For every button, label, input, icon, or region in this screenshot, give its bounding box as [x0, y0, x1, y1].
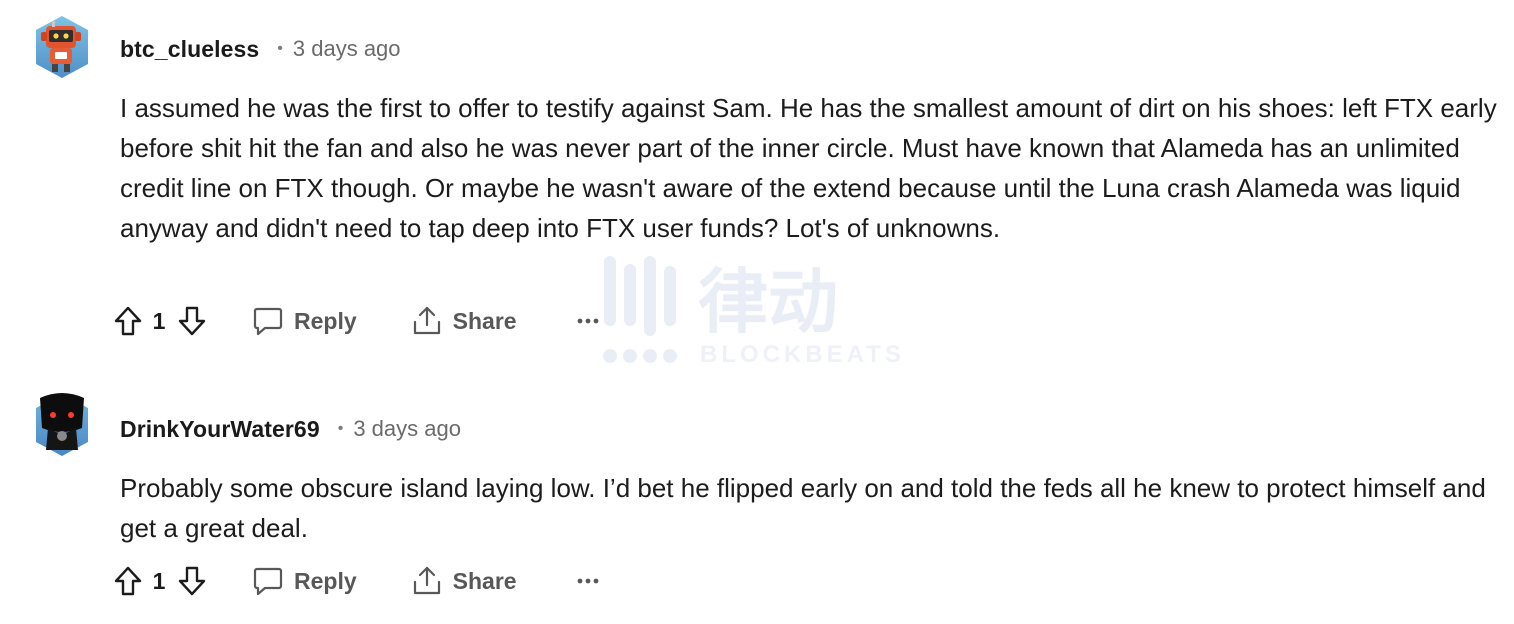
robot-avatar-icon	[36, 16, 88, 78]
speech-bubble-icon	[253, 567, 283, 596]
meta-separator: •	[277, 40, 283, 57]
downvote-icon[interactable]	[174, 563, 210, 599]
comment-meta: DrinkYourWater69 • 3 days ago	[120, 414, 461, 444]
upvote-icon[interactable]	[110, 303, 146, 339]
share-icon	[413, 306, 440, 335]
comment-actions: 1 Reply Share	[110, 301, 603, 341]
timestamp[interactable]: 3 days ago	[293, 36, 401, 62]
share-label: Share	[452, 567, 517, 594]
upvote-icon[interactable]	[110, 563, 146, 599]
timestamp[interactable]: 3 days ago	[353, 416, 461, 442]
vote-count: 1	[152, 307, 166, 334]
comment: btc_clueless • 3 days ago I assumed he w…	[0, 0, 1514, 380]
username[interactable]: btc_clueless	[120, 36, 259, 63]
comment: DrinkYourWater69 • 3 days ago Probably s…	[0, 380, 1514, 624]
share-label: Share	[452, 307, 517, 334]
reply-button[interactable]: Reply	[252, 305, 357, 337]
hooded-figure-avatar-icon	[36, 393, 88, 456]
more-options-icon[interactable]	[573, 566, 603, 596]
username[interactable]: DrinkYourWater69	[120, 416, 320, 443]
share-button[interactable]: Share	[411, 305, 517, 337]
meta-separator: •	[337, 420, 344, 437]
reply-button[interactable]: Reply	[252, 565, 357, 597]
avatar[interactable]	[32, 392, 92, 458]
avatar[interactable]	[32, 14, 92, 80]
reply-label: Reply	[294, 567, 357, 594]
speech-bubble-icon	[253, 307, 283, 336]
more-options-icon[interactable]	[573, 306, 603, 336]
share-icon	[413, 566, 440, 595]
comment-body: I assumed he was the first to offer to t…	[120, 93, 1497, 243]
comment-meta: btc_clueless • 3 days ago	[120, 34, 401, 64]
comment-body: Probably some obscure island laying low.…	[120, 473, 1486, 543]
vote-count: 1	[152, 567, 166, 594]
downvote-icon[interactable]	[174, 303, 210, 339]
share-button[interactable]: Share	[411, 565, 517, 597]
reply-label: Reply	[294, 307, 357, 334]
comment-actions: 1 Reply Share	[110, 561, 603, 601]
